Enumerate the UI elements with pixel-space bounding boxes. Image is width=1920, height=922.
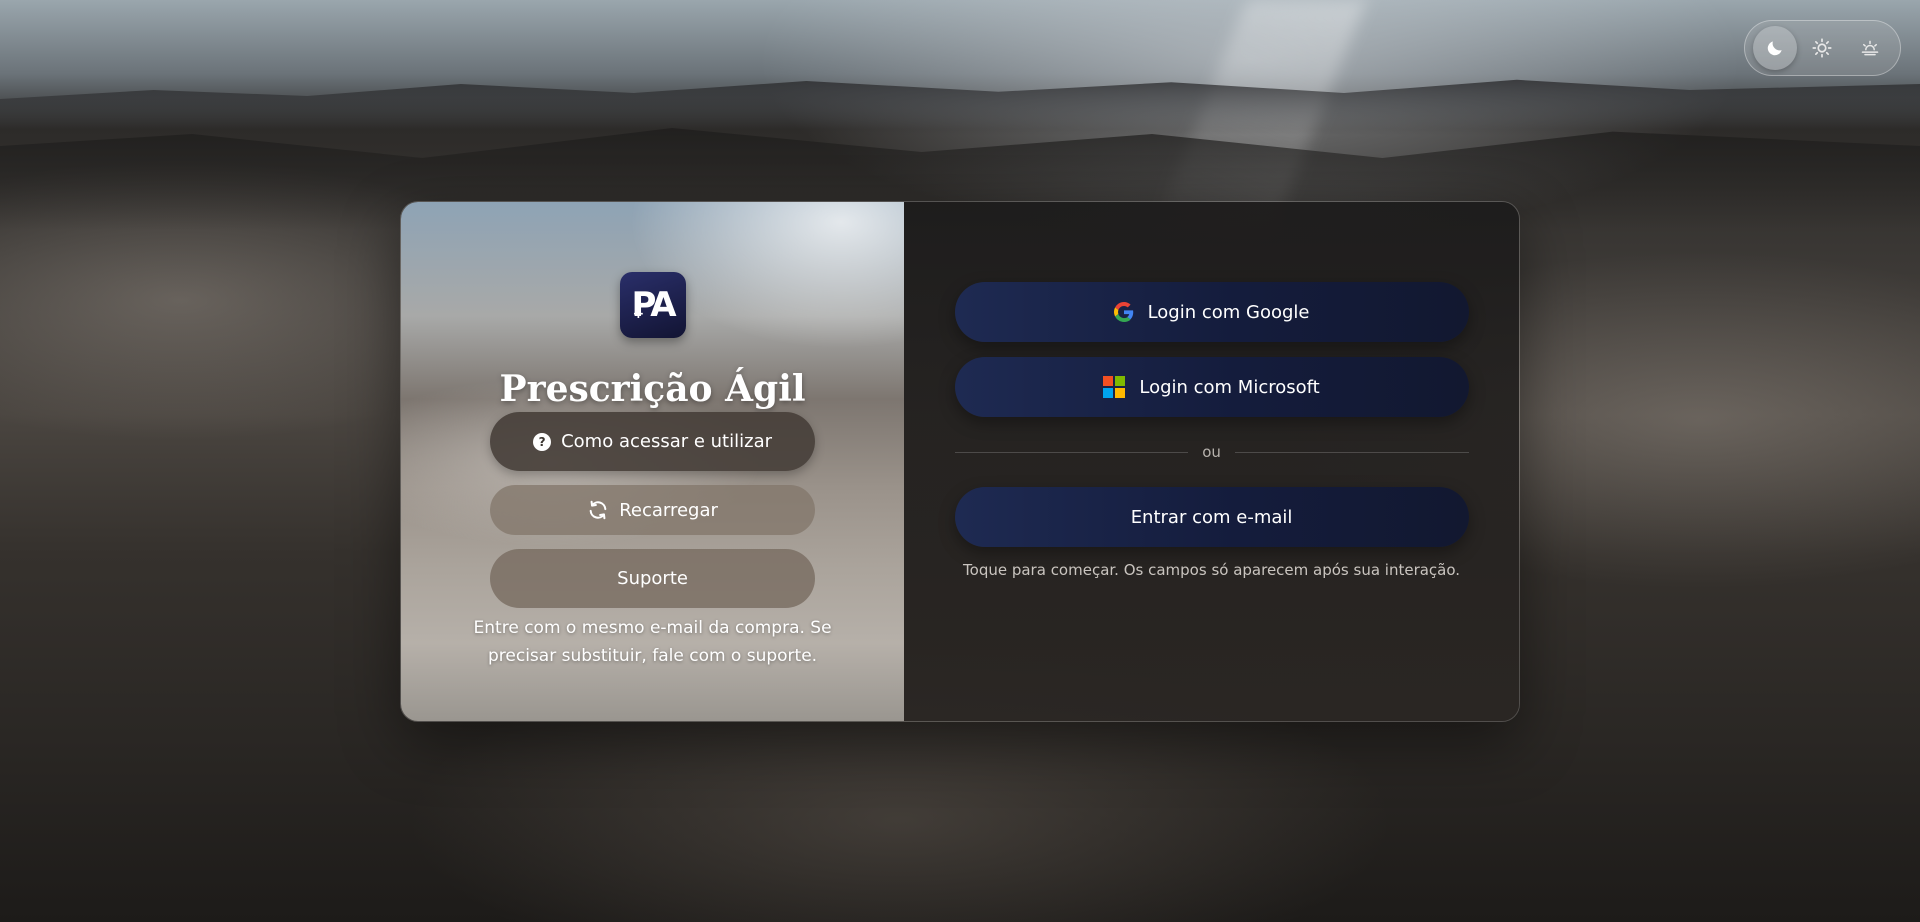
app-title: Prescrição Ágil bbox=[499, 368, 806, 410]
login-email-label: Entrar com e-mail bbox=[1130, 506, 1293, 528]
how-to-access-label: Como acessar e utilizar bbox=[561, 431, 772, 452]
auth-panel: Login com Google Login com Microsoft ou … bbox=[904, 202, 1519, 721]
how-to-access-button[interactable]: ? Como acessar e utilizar bbox=[490, 412, 816, 471]
theme-switcher bbox=[1744, 20, 1901, 76]
login-google-label: Login com Google bbox=[1147, 301, 1310, 323]
divider-text: ou bbox=[1202, 443, 1221, 461]
theme-dark-button[interactable] bbox=[1752, 26, 1797, 70]
theme-sunset-button[interactable] bbox=[1848, 26, 1892, 70]
refresh-icon bbox=[589, 500, 607, 520]
purchase-email-note: Entre com o mesmo e-mail da compra. Se p… bbox=[473, 618, 832, 666]
divider-line bbox=[954, 451, 1189, 453]
sun-icon bbox=[1812, 38, 1833, 58]
theme-light-button[interactable] bbox=[1800, 26, 1844, 70]
logo-plus-mark: + bbox=[632, 306, 645, 322]
login-microsoft-label: Login com Microsoft bbox=[1139, 376, 1320, 398]
divider-line bbox=[1234, 451, 1469, 453]
google-icon bbox=[1113, 302, 1133, 322]
app-logo: PA + bbox=[619, 272, 686, 338]
background-sunray bbox=[1153, 0, 1367, 230]
background-ridge bbox=[0, 79, 1920, 135]
login-card: PA + Prescrição Ágil ? Como acessar e ut… bbox=[400, 201, 1520, 722]
moon-icon bbox=[1767, 41, 1782, 56]
support-label: Suporte bbox=[617, 568, 688, 589]
or-divider: ou bbox=[954, 443, 1469, 461]
reload-button[interactable]: Recarregar bbox=[490, 485, 816, 535]
login-google-button[interactable]: Login com Google bbox=[954, 282, 1469, 342]
microsoft-icon bbox=[1103, 376, 1126, 398]
start-hint: Toque para começar. Os campos só aparece… bbox=[963, 561, 1461, 579]
login-microsoft-button[interactable]: Login com Microsoft bbox=[954, 357, 1469, 417]
support-button[interactable]: Suporte bbox=[490, 549, 816, 608]
reload-label: Recarregar bbox=[619, 499, 718, 521]
brand-panel: PA + Prescrição Ágil ? Como acessar e ut… bbox=[401, 202, 905, 721]
login-email-button[interactable]: Entrar com e-mail bbox=[954, 487, 1469, 547]
question-circle-icon: ? bbox=[533, 432, 552, 451]
sunset-icon bbox=[1861, 40, 1879, 56]
